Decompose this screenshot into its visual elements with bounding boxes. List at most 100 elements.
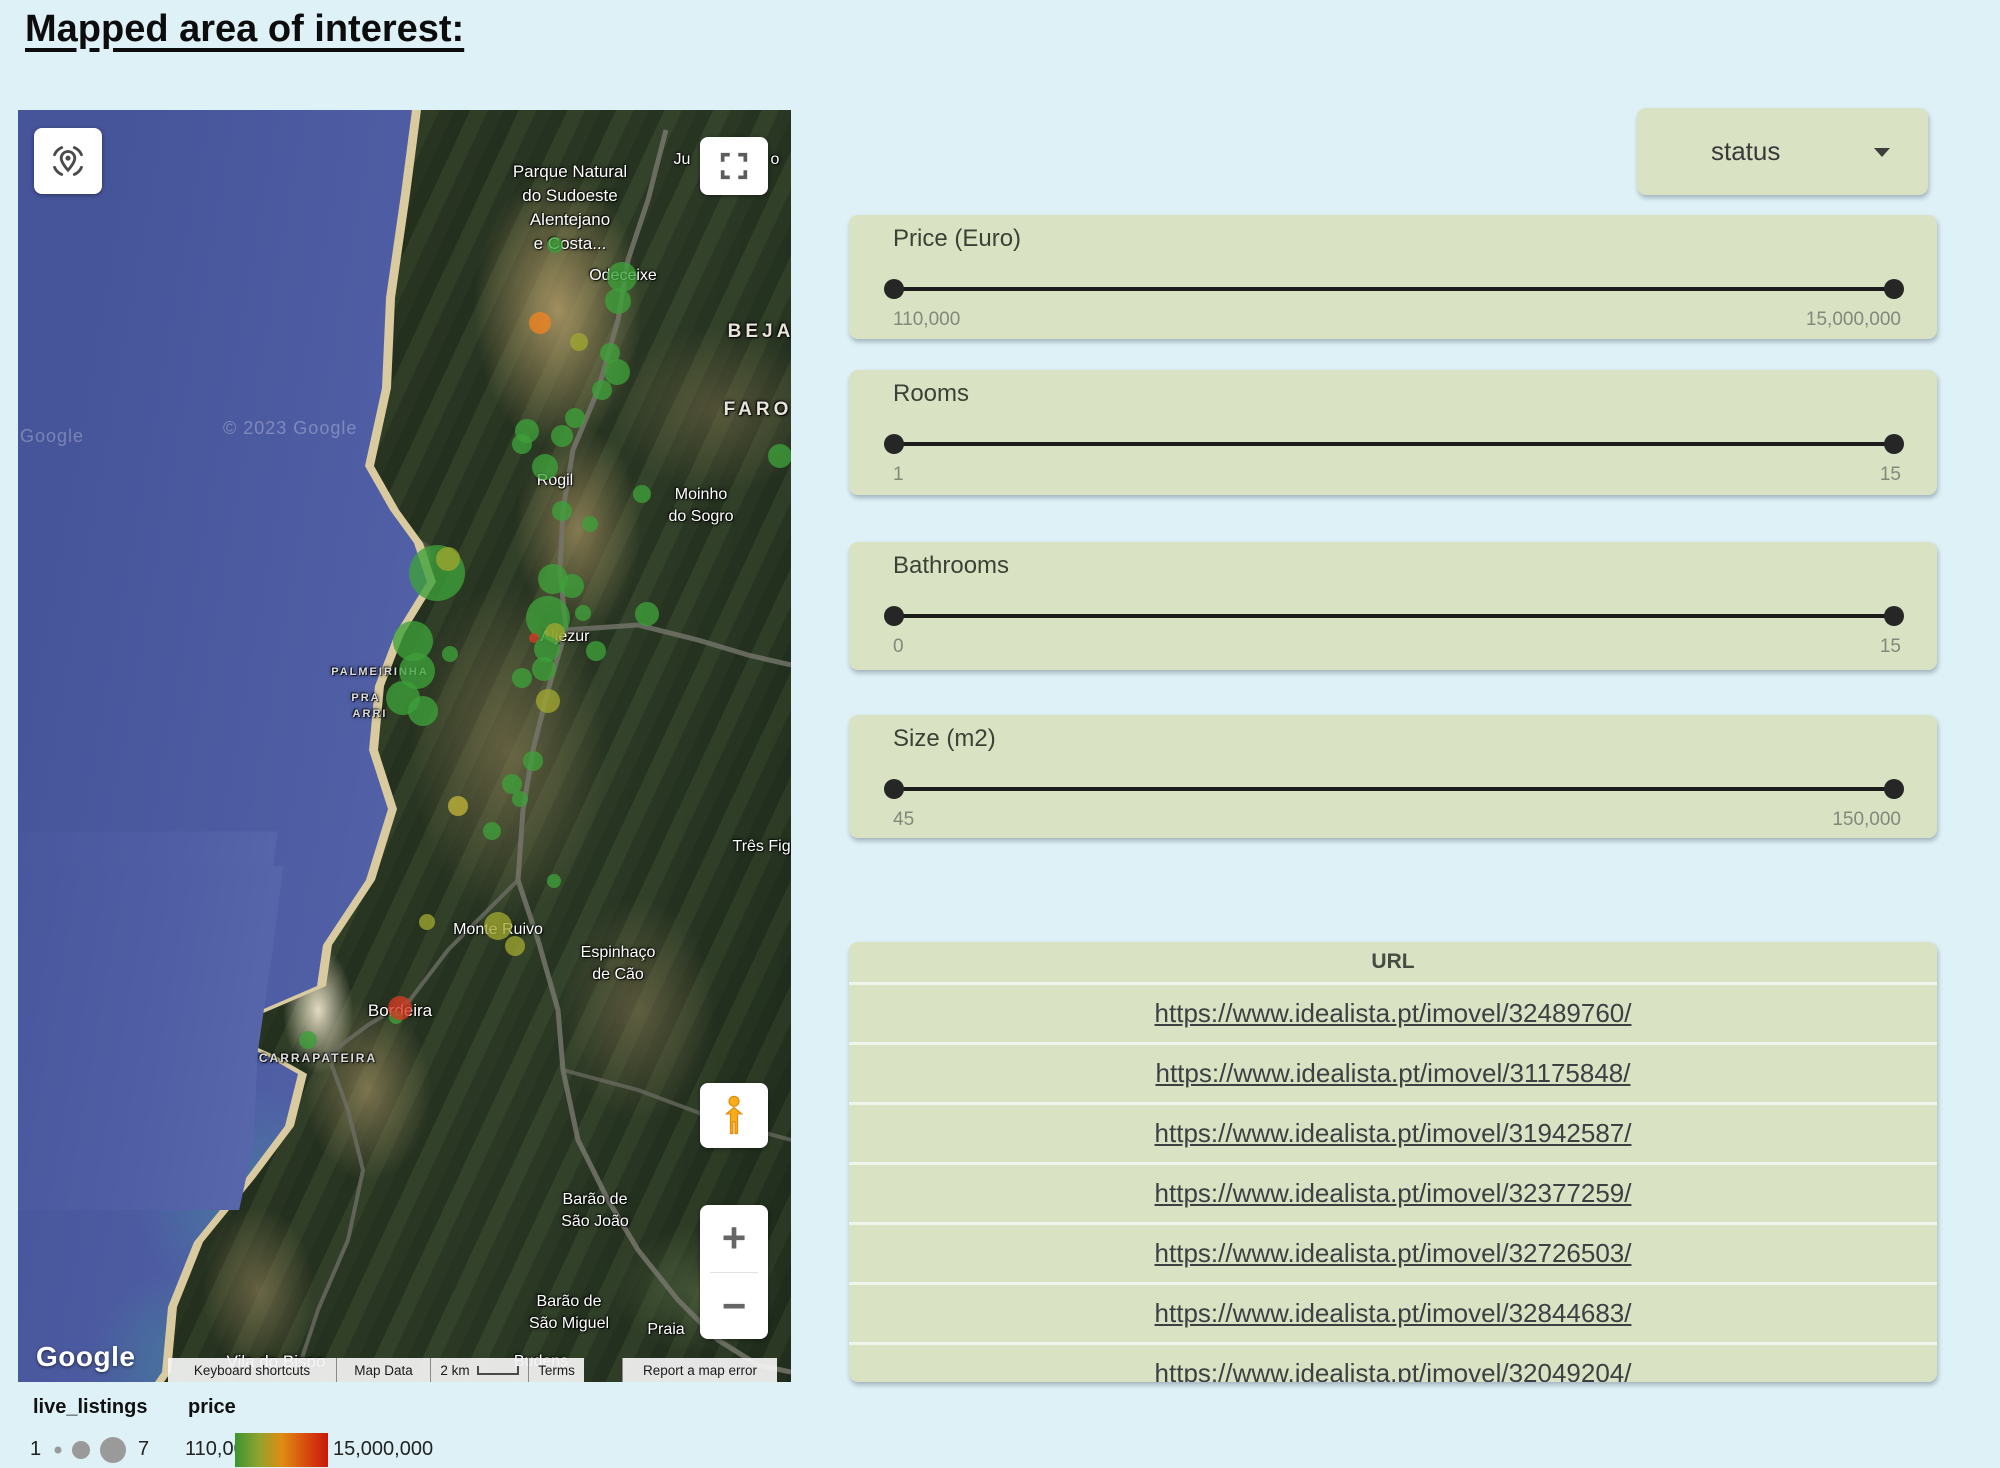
listing-link[interactable]: https://www.idealista.pt/imovel/31942587…: [1155, 1118, 1632, 1149]
locate-pin-button[interactable]: [34, 128, 102, 194]
price-slider-track[interactable]: [893, 287, 1895, 291]
listing-dot[interactable]: [551, 425, 573, 447]
listing-dot[interactable]: [575, 605, 591, 621]
map-label: São João: [561, 1213, 629, 1231]
price-gradient-bar: [235, 1433, 328, 1467]
rooms-slider-track[interactable]: [893, 442, 1895, 446]
map-label: Barão de: [537, 1293, 602, 1311]
listing-dot[interactable]: [532, 657, 556, 681]
size-slider-track[interactable]: [893, 787, 1895, 791]
price-slider-panel: Price (Euro) 110,000 15,000,000: [849, 215, 1937, 339]
rooms-slider-panel: Rooms 1 15: [849, 370, 1937, 495]
listing-dot[interactable]: [532, 454, 558, 480]
size-legend-min: 1: [30, 1438, 41, 1461]
zoom-control: + −: [700, 1205, 768, 1339]
table-row: https://www.idealista.pt/imovel/32489760…: [849, 982, 1937, 1042]
listing-dot[interactable]: [299, 1031, 317, 1049]
listing-dot[interactable]: [582, 516, 598, 532]
rooms-slider-handle-max[interactable]: [1884, 434, 1904, 454]
map-widget[interactable]: Google © 2023 Google Parque Naturaldo Su…: [18, 110, 791, 1382]
size-legend-dot-large: [100, 1437, 126, 1463]
listing-link[interactable]: https://www.idealista.pt/imovel/32489760…: [1155, 998, 1632, 1029]
listing-link[interactable]: https://www.idealista.pt/imovel/32377259…: [1155, 1178, 1632, 1209]
rooms-slider-label: Rooms: [893, 380, 969, 408]
keyboard-shortcuts-button[interactable]: Keyboard shortcuts: [168, 1358, 336, 1382]
listing-dot[interactable]: [570, 333, 588, 351]
table-row: https://www.idealista.pt/imovel/32726503…: [849, 1222, 1937, 1282]
size-slider-label: Size (m2): [893, 725, 996, 753]
listing-dot[interactable]: [483, 822, 501, 840]
size-max-value: 150,000: [1832, 809, 1901, 831]
listing-dot[interactable]: [633, 485, 651, 503]
pin-in-viewfinder-icon: [49, 142, 87, 180]
map-data-button[interactable]: Map Data: [336, 1358, 430, 1382]
listing-dot[interactable]: [512, 668, 532, 688]
listing-dot[interactable]: [635, 602, 659, 626]
map-label: Praia: [647, 1321, 684, 1339]
size-legend-dot-medium: [72, 1441, 90, 1459]
pegman-icon: [716, 1094, 752, 1138]
listing-dot[interactable]: [505, 936, 525, 956]
listing-link[interactable]: https://www.idealista.pt/imovel/32844683…: [1155, 1298, 1632, 1329]
map-label: PRA: [351, 692, 380, 704]
listing-link[interactable]: https://www.idealista.pt/imovel/31175848…: [1155, 1058, 1630, 1089]
listing-dot[interactable]: [529, 312, 551, 334]
fullscreen-button[interactable]: [700, 137, 768, 195]
zoom-in-button[interactable]: +: [700, 1205, 768, 1272]
bathrooms-slider-handle-min[interactable]: [884, 606, 904, 626]
scale-ruler: [477, 1366, 519, 1375]
color-legend-title: price: [188, 1396, 236, 1419]
listing-link[interactable]: https://www.idealista.pt/imovel/32726503…: [1155, 1238, 1632, 1269]
map-label: do Sudoeste: [522, 186, 617, 206]
page: Mapped area of interest: Google © 2023 G…: [0, 0, 2000, 1468]
map-label: CARRAPATEIRA: [259, 1051, 377, 1065]
google-logo: Google: [36, 1341, 135, 1373]
listing-dot[interactable]: [436, 547, 460, 571]
listing-dot[interactable]: [560, 574, 584, 598]
listing-dot[interactable]: [607, 262, 637, 292]
size-legend-max: 7: [138, 1438, 149, 1461]
rooms-slider-handle-min[interactable]: [884, 434, 904, 454]
status-dropdown[interactable]: status: [1637, 108, 1928, 195]
map-label: Moinho: [675, 486, 727, 504]
listing-dot[interactable]: [388, 996, 412, 1020]
listing-dot[interactable]: [586, 641, 606, 661]
size-slider-handle-min[interactable]: [884, 779, 904, 799]
listing-dot[interactable]: [512, 434, 532, 454]
listing-dot[interactable]: [565, 408, 585, 428]
listing-dot[interactable]: [442, 646, 458, 662]
table-row: https://www.idealista.pt/imovel/32377259…: [849, 1162, 1937, 1222]
terms-link[interactable]: Terms: [528, 1358, 584, 1382]
listing-dot[interactable]: [536, 689, 560, 713]
map-label: o: [771, 151, 780, 169]
listing-dot[interactable]: [523, 751, 543, 771]
size-legend-dot-small: [55, 1447, 62, 1454]
listing-dot[interactable]: [592, 380, 612, 400]
listing-dot[interactable]: [605, 288, 631, 314]
listing-dot[interactable]: [768, 444, 791, 468]
map-label: BEJA: [728, 321, 791, 343]
listing-dot[interactable]: [547, 874, 561, 888]
listing-link[interactable]: https://www.idealista.pt/imovel/32049204…: [1155, 1358, 1632, 1382]
price-slider-handle-min[interactable]: [884, 279, 904, 299]
listing-dot[interactable]: [419, 914, 435, 930]
listing-dot[interactable]: [408, 696, 438, 726]
pegman-button[interactable]: [700, 1083, 768, 1148]
listing-dot[interactable]: [448, 796, 468, 816]
bathrooms-slider-handle-max[interactable]: [1884, 606, 1904, 626]
map-label: Barão de: [563, 1191, 628, 1209]
listing-dot[interactable]: [512, 791, 528, 807]
listing-dot[interactable]: [552, 501, 572, 521]
report-map-error-link[interactable]: Report a map error: [622, 1358, 777, 1382]
map-label: do Sogro: [669, 508, 734, 526]
listing-dot[interactable]: [484, 912, 512, 940]
listing-dot[interactable]: [547, 237, 563, 253]
bathrooms-slider-track[interactable]: [893, 614, 1895, 618]
map-label: Espinhaço: [581, 944, 656, 962]
zoom-out-button[interactable]: −: [700, 1273, 768, 1340]
price-min-value: 110,000: [893, 309, 960, 331]
table-row: https://www.idealista.pt/imovel/31942587…: [849, 1102, 1937, 1162]
bathrooms-max-value: 15: [1880, 636, 1901, 658]
price-slider-handle-max[interactable]: [1884, 279, 1904, 299]
size-slider-handle-max[interactable]: [1884, 779, 1904, 799]
